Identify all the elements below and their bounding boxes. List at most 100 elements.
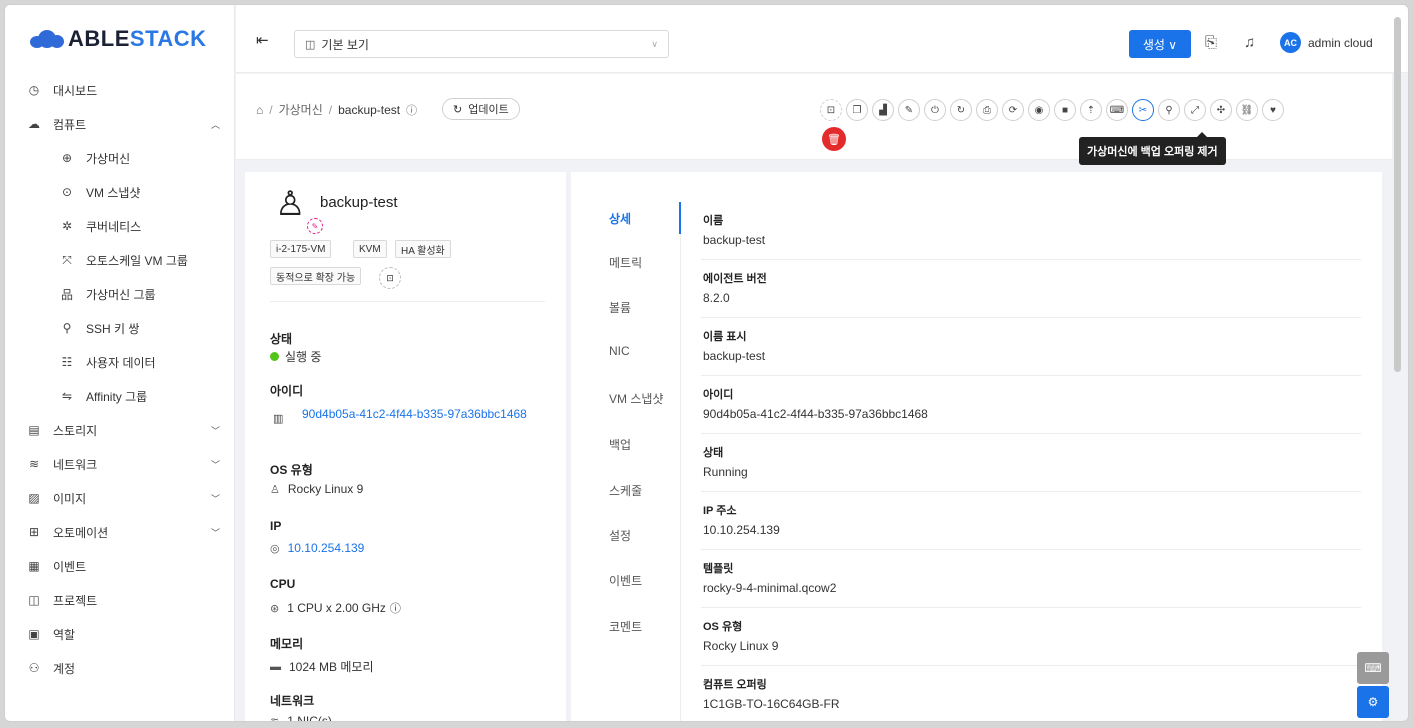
project-select-value: 기본 보기 bbox=[321, 37, 369, 52]
refresh-button[interactable]: ↻ 업데이트 bbox=[442, 98, 520, 120]
menu-fold-icon[interactable]: ⇤ bbox=[256, 31, 269, 49]
tab-volumes[interactable]: 볼륨 bbox=[609, 299, 631, 316]
top-header: ⇤ ◫ 기본 보기 ∨ 생성 ∨ ⎘ ♫ AC admin cloud bbox=[236, 5, 1408, 73]
sidebar-item-dashboard[interactable]: ◷ 대시보드 bbox=[5, 73, 234, 107]
ip-value[interactable]: ◎ 10.10.254.139 bbox=[270, 541, 364, 555]
help-icon[interactable]: ⓘ bbox=[406, 102, 417, 118]
detail-row: IP 주소 10.10.254.139 bbox=[701, 492, 1361, 550]
tab-events[interactable]: 이벤트 bbox=[609, 572, 642, 589]
sidebar-item-accounts[interactable]: ⚇ 계정 bbox=[5, 651, 234, 685]
tab-vm-snapshots[interactable]: VM 스냅샷 bbox=[609, 390, 663, 407]
tooltip: 가상머신에 백업 오퍼링 제거 bbox=[1079, 132, 1226, 165]
automation-icon: ⊞ bbox=[28, 525, 40, 539]
detail-label: 상태 bbox=[703, 447, 724, 459]
vm-detail-card: 상세 메트릭 볼륨 NIC VM 스냅샷 백업 스케줄 설정 이벤트 코멘트 이… bbox=[571, 172, 1382, 721]
scrollbar[interactable] bbox=[1394, 17, 1401, 372]
tab-backups[interactable]: 백업 bbox=[609, 436, 631, 453]
tab-nic[interactable]: NIC bbox=[609, 344, 630, 358]
bell-icon[interactable]: ♫ bbox=[1244, 34, 1255, 51]
cloud-upload-icon[interactable]: ⇡ bbox=[1080, 99, 1102, 121]
detail-value: 1C1GB-TO-16C64GB-FR bbox=[703, 697, 840, 711]
metrics-icon[interactable]: ▟ bbox=[872, 99, 894, 121]
sidebar: ABLESTACK ◷ 대시보드 ☁ 컴퓨트 ︿ ⊕ 가상머신 ⊙ VM 스냅샷 ✲ 쿠버… bbox=[5, 5, 235, 721]
network-value: ≋ 1 NIC(s) bbox=[270, 714, 332, 721]
power-icon[interactable]: ⏻ bbox=[924, 99, 946, 121]
detail-row: 템플릿 rocky-9-4-minimal.qcow2 bbox=[701, 550, 1361, 608]
home-icon[interactable]: ⌂ bbox=[256, 103, 263, 117]
scissors-icon[interactable]: ✂ bbox=[1132, 99, 1154, 121]
chevron-down-icon: ﹀ bbox=[210, 527, 220, 538]
linux-icon: ♙ bbox=[270, 483, 280, 496]
attach-icon[interactable]: ⚲ bbox=[1158, 99, 1180, 121]
logo[interactable]: ABLESTACK bbox=[5, 5, 234, 73]
settings-icon[interactable]: ⚙ bbox=[1357, 686, 1389, 718]
keyboard-icon[interactable]: ⌨ bbox=[1357, 652, 1389, 684]
sidebar-item-events[interactable]: ▦ 이벤트 bbox=[5, 549, 234, 583]
sidebar-item-kubernetes[interactable]: ✲ 쿠버네티스 bbox=[5, 209, 234, 243]
breadcrumb-vm[interactable]: 가상머신 bbox=[279, 101, 323, 118]
heart-icon[interactable]: ♥ bbox=[1262, 99, 1284, 121]
sidebar-item-roles[interactable]: ▣ 역할 bbox=[5, 617, 234, 651]
sidebar-item-affinity[interactable]: ⇋ Affinity 그룹 bbox=[5, 379, 234, 413]
translate-icon[interactable]: ⎘ bbox=[1205, 34, 1217, 51]
calendar-icon: ▦ bbox=[28, 559, 40, 573]
sidebar-item-userdata[interactable]: ☷ 사용자 데이터 bbox=[5, 345, 234, 379]
edit-icon[interactable]: ✎ bbox=[307, 218, 323, 234]
avatar[interactable]: AC bbox=[1280, 32, 1301, 53]
detail-row: 아이디 90d4b05a-41c2-4f44-b335-97a36bbc1468 bbox=[701, 376, 1361, 434]
project-select[interactable]: ◫ 기본 보기 ∨ bbox=[294, 30, 669, 58]
tab-metrics[interactable]: 메트릭 bbox=[609, 254, 642, 271]
detail-label: OS 유형 bbox=[703, 621, 743, 633]
tag: KVM bbox=[353, 240, 387, 258]
username[interactable]: admin cloud bbox=[1308, 36, 1373, 50]
sidebar-item-label: VM 스냅샷 bbox=[86, 185, 141, 200]
backup-icon[interactable]: ■ bbox=[1054, 99, 1076, 121]
iso-icon[interactable]: ⎙ bbox=[976, 99, 998, 121]
detail-row: 이름 backup-test bbox=[701, 202, 1361, 260]
keyboard-icon[interactable]: ⌨ bbox=[1106, 99, 1128, 121]
sidebar-item-vm-group[interactable]: 品 가상머신 그룹 bbox=[5, 277, 234, 311]
brand-name: ABLESTACK bbox=[68, 26, 207, 51]
delete-icon[interactable]: 🗑 bbox=[822, 127, 846, 151]
kubernetes-icon: ✲ bbox=[61, 219, 73, 233]
image-icon: ▨ bbox=[28, 491, 40, 505]
tag: HA 활성화 bbox=[395, 240, 451, 258]
tab-schedules[interactable]: 스케줄 bbox=[609, 482, 642, 499]
snapshot-icon[interactable]: ◉ bbox=[1028, 99, 1050, 121]
chip-icon: ⊛ bbox=[270, 602, 280, 615]
storage-icon: ▤ bbox=[28, 423, 40, 437]
sidebar-item-vm[interactable]: ⊕ 가상머신 bbox=[5, 141, 234, 175]
sync-icon[interactable]: ⟳ bbox=[1002, 99, 1024, 121]
console-icon[interactable]: ⊡ bbox=[820, 99, 842, 121]
camera-icon: ⊙ bbox=[61, 185, 73, 199]
create-button[interactable]: 생성 ∨ bbox=[1129, 30, 1191, 58]
sidebar-item-vm-snapshot[interactable]: ⊙ VM 스냅샷 bbox=[5, 175, 234, 209]
reboot-icon[interactable]: ↻ bbox=[950, 99, 972, 121]
tag: 동적으로 확장 가능 bbox=[270, 267, 362, 285]
sidebar-item-projects[interactable]: ◫ 프로젝트 bbox=[5, 583, 234, 617]
sidebar-item-label: 네트워크 bbox=[53, 457, 98, 472]
console-icon[interactable]: ⊡ bbox=[379, 267, 401, 289]
divider bbox=[270, 301, 545, 302]
edit-icon[interactable]: ✎ bbox=[898, 99, 920, 121]
sidebar-item-automation[interactable]: ⊞ 오토메이션 ﹀ bbox=[5, 515, 234, 549]
cpu-value: ⊛ 1 CPU x 2.00 GHz ⓘ bbox=[270, 601, 401, 615]
scale-icon[interactable]: ⤢ bbox=[1184, 99, 1206, 121]
detail-label: 이름 표시 bbox=[703, 331, 747, 343]
sidebar-item-image[interactable]: ▨ 이미지 ﹀ bbox=[5, 481, 234, 515]
sidebar-item-network[interactable]: ≋ 네트워크 ﹀ bbox=[5, 447, 234, 481]
migrate-icon[interactable]: ✣ bbox=[1210, 99, 1232, 121]
id-value[interactable]: 90d4b05a-41c2-4f44-b335-97a36bbc1468 bbox=[302, 406, 552, 422]
sidebar-item-label: 컴퓨트 bbox=[53, 117, 87, 132]
sidebar-item-ssh-keys[interactable]: ⚲ SSH 키 쌍 bbox=[5, 311, 234, 345]
sidebar-item-storage[interactable]: ▤ 스토리지 ﹀ bbox=[5, 413, 234, 447]
disconnect-icon[interactable]: ⛓ bbox=[1236, 99, 1258, 121]
tab-details[interactable]: 상세 bbox=[609, 210, 631, 227]
chevron-down-icon: ﹀ bbox=[210, 425, 220, 436]
tab-settings[interactable]: 설정 bbox=[609, 527, 631, 544]
tab-comments[interactable]: 코멘트 bbox=[609, 618, 642, 635]
sidebar-item-compute[interactable]: ☁ 컴퓨트 ︿ bbox=[5, 107, 234, 141]
detail-value: backup-test bbox=[703, 233, 766, 247]
copy-icon[interactable]: ❐ bbox=[846, 99, 868, 121]
sidebar-item-autoscale[interactable]: ⤧ 오토스케일 VM 그룹 bbox=[5, 243, 234, 277]
